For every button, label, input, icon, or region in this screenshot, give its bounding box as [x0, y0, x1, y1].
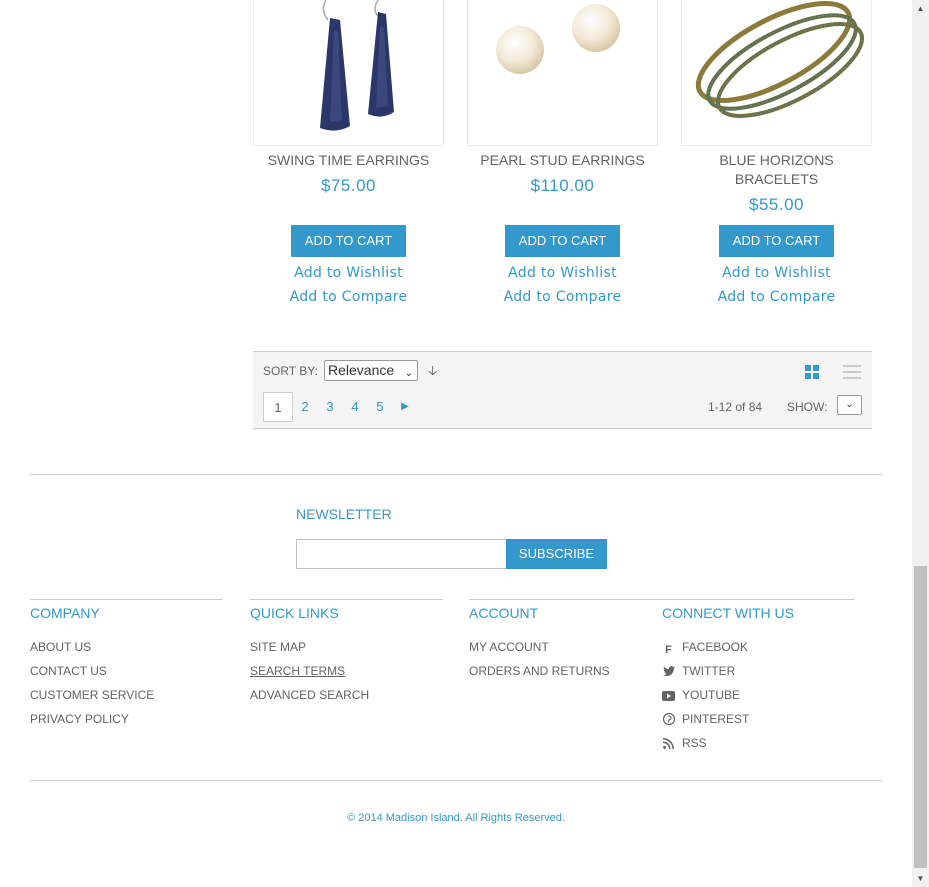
divider [30, 474, 882, 475]
product-name[interactable]: SWING TIME EARRINGS [253, 151, 444, 170]
footer-link-youtube[interactable]: YOUTUBE [662, 683, 855, 707]
footer-link-facebook[interactable]: f FACEBOOK [662, 635, 855, 659]
footer-link-customer-service[interactable]: CUSTOMER SERVICE [30, 683, 223, 707]
pinterest-icon [662, 712, 675, 726]
scrollbar-thumb[interactable] [914, 566, 927, 868]
add-to-compare-link[interactable]: Add to Compare [467, 285, 658, 309]
newsletter-email-input[interactable] [296, 539, 508, 569]
facebook-icon: f [665, 644, 672, 656]
footer-link-site-map[interactable]: SITE MAP [250, 635, 443, 659]
toolbar: SORT BY: Relevance ⌄ 🡣 1 2 3 4 5 ▶ 1-12 … [253, 351, 872, 429]
product-name[interactable]: PEARL STUD EARRINGS [467, 151, 658, 170]
page-scrollbar[interactable]: ▲ ▼ [912, 0, 929, 887]
sort-by-select[interactable]: Relevance ⌄ [324, 360, 418, 381]
footer-link-pinterest[interactable]: PINTEREST [662, 707, 855, 731]
product-image[interactable] [467, 0, 658, 146]
product-price: $55.00 [749, 195, 804, 214]
add-to-compare-link[interactable]: Add to Compare [253, 285, 444, 309]
footer-link-label: FACEBOOK [682, 640, 749, 654]
footer-column-company: COMPANY ABOUT US CONTACT US CUSTOMER SER… [30, 599, 223, 731]
footer-link-twitter[interactable]: TWITTER [662, 659, 855, 683]
show-limit-select[interactable]: ⌄ [837, 395, 862, 415]
product-price: $75.00 [321, 176, 376, 195]
add-to-wishlist-link[interactable]: Add to Wishlist [467, 261, 658, 285]
twitter-icon [662, 666, 675, 679]
list-view-icon[interactable] [843, 365, 861, 381]
product-image[interactable] [681, 0, 872, 146]
show-label: SHOW: [787, 400, 828, 414]
grid-view-icon[interactable] [805, 365, 819, 379]
footer-link-rss[interactable]: RSS [662, 731, 855, 755]
product-image[interactable] [253, 0, 444, 146]
chevron-down-icon: ⌄ [845, 399, 854, 410]
footer-column-connect: CONNECT WITH US f FACEBOOK TWITTER YOUTUB… [662, 599, 855, 755]
footer-heading: CONNECT WITH US [662, 599, 855, 631]
newsletter-title: NEWSLETTER [296, 506, 392, 522]
sort-by-value: Relevance [328, 362, 395, 378]
footer-link-label: RSS [682, 736, 707, 750]
chevron-down-icon: ⌄ [404, 368, 413, 379]
add-to-wishlist-link[interactable]: Add to Wishlist [253, 261, 444, 285]
footer-link-label: TWITTER [682, 664, 736, 678]
footer-link-search-terms[interactable]: SEARCH TERMS [250, 659, 443, 683]
add-to-wishlist-link[interactable]: Add to Wishlist [681, 261, 872, 285]
rss-icon [662, 738, 675, 751]
add-to-compare-link[interactable]: Add to Compare [681, 285, 872, 309]
footer-link-label: YOUTUBE [682, 688, 741, 702]
product-item: BLUE HORIZONS BRACELETS $55.00 ADD TO CA… [681, 0, 872, 309]
item-count: 1-12 of 84 [708, 400, 763, 414]
add-to-cart-button[interactable]: ADD TO CART [505, 225, 620, 257]
divider [30, 780, 882, 781]
footer-link-about-us[interactable]: ABOUT US [30, 635, 223, 659]
footer-link-privacy-policy[interactable]: PRIVACY POLICY [30, 707, 223, 731]
scroll-up-arrow-icon[interactable]: ▲ [912, 0, 929, 17]
footer-column-quick-links: QUICK LINKS SITE MAP SEARCH TERMS ADVANC… [250, 599, 443, 707]
footer-link-my-account[interactable]: MY ACCOUNT [469, 635, 662, 659]
subscribe-button[interactable]: SUBSCRIBE [506, 539, 607, 569]
footer-link-orders-and-returns[interactable]: ORDERS AND RETURNS [469, 659, 662, 683]
footer-heading: ACCOUNT [469, 599, 662, 631]
footer-heading: QUICK LINKS [250, 599, 443, 631]
sort-by-label: SORT BY: [263, 364, 318, 378]
add-to-cart-button[interactable]: ADD TO CART [291, 225, 406, 257]
footer-link-contact-us[interactable]: CONTACT US [30, 659, 223, 683]
product-item: SWING TIME EARRINGS $75.00 ADD TO CART A… [253, 0, 444, 309]
product-name[interactable]: BLUE HORIZONS BRACELETS [681, 151, 872, 189]
footer-heading: COMPANY [30, 599, 223, 631]
footer-link-label: PINTEREST [682, 712, 750, 726]
page-link-current[interactable]: 1 [263, 392, 293, 422]
sort-direction-icon[interactable]: 🡣 [428, 362, 437, 384]
product-price: $110.00 [530, 176, 595, 195]
product-item: PEARL STUD EARRINGS $110.00 ADD TO CART … [467, 0, 658, 309]
scroll-down-arrow-icon[interactable]: ▼ [912, 870, 929, 887]
footer-column-account: ACCOUNT MY ACCOUNT ORDERS AND RETURNS [469, 599, 662, 683]
footer-link-advanced-search[interactable]: ADVANCED SEARCH [250, 683, 443, 707]
add-to-cart-button[interactable]: ADD TO CART [719, 225, 834, 257]
copyright: © 2014 Madison Island. All Rights Reserv… [347, 812, 565, 824]
next-arrow-icon[interactable]: ▶ [390, 392, 420, 422]
youtube-icon [662, 691, 675, 704]
